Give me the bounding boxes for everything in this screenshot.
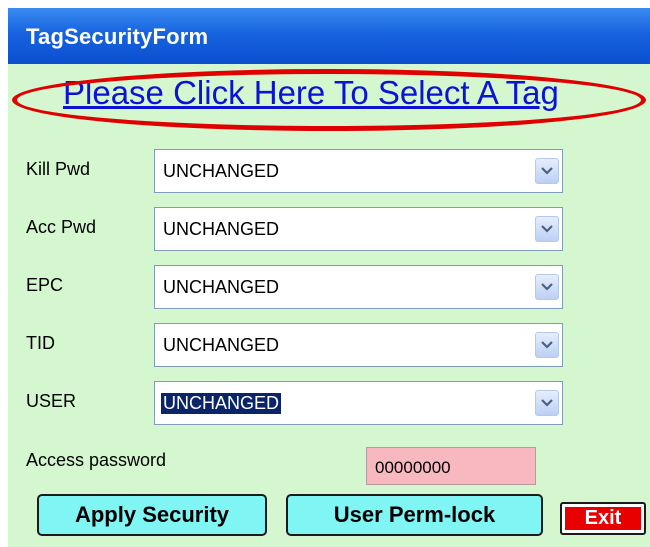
acc-pwd-dropdown[interactable]: UNCHANGED bbox=[154, 207, 563, 251]
apply-security-button[interactable]: Apply Security bbox=[37, 494, 267, 536]
exit-button-label: Exit bbox=[565, 507, 641, 530]
chevron-down-icon[interactable] bbox=[535, 216, 559, 242]
kill-pwd-value: UNCHANGED bbox=[163, 161, 280, 181]
exit-button[interactable]: Exit bbox=[560, 502, 646, 535]
kill-pwd-dropdown[interactable]: UNCHANGED bbox=[154, 149, 563, 193]
chevron-down-icon[interactable] bbox=[535, 274, 559, 300]
epc-dropdown[interactable]: UNCHANGED bbox=[154, 265, 563, 309]
title-bar: TagSecurityForm bbox=[8, 8, 650, 64]
user-value: UNCHANGED bbox=[161, 393, 282, 414]
window-title: TagSecurityForm bbox=[26, 24, 209, 49]
access-password-value: 00000000 bbox=[375, 458, 451, 477]
user-perm-lock-button[interactable]: User Perm-lock bbox=[286, 494, 543, 536]
user-label: USER bbox=[26, 391, 77, 411]
chevron-down-icon[interactable] bbox=[535, 158, 559, 184]
chevron-down-icon[interactable] bbox=[535, 332, 559, 358]
tid-value: UNCHANGED bbox=[163, 335, 280, 355]
epc-label: EPC bbox=[26, 275, 64, 295]
user-dropdown[interactable]: UNCHANGED bbox=[154, 381, 563, 425]
access-password-field[interactable]: 00000000 bbox=[366, 447, 536, 485]
acc-pwd-label: Acc Pwd bbox=[26, 217, 97, 237]
access-password-label: Access password bbox=[26, 450, 167, 470]
kill-pwd-label: Kill Pwd bbox=[26, 159, 91, 179]
epc-value: UNCHANGED bbox=[163, 277, 280, 297]
tid-label: TID bbox=[26, 333, 55, 353]
tag-security-window: TagSecurityForm Please Click Here To Sel… bbox=[8, 8, 650, 547]
acc-pwd-value: UNCHANGED bbox=[163, 219, 280, 239]
chevron-down-icon[interactable] bbox=[535, 390, 559, 416]
select-tag-link[interactable]: Please Click Here To Select A Tag bbox=[63, 74, 623, 112]
tid-dropdown[interactable]: UNCHANGED bbox=[154, 323, 563, 367]
